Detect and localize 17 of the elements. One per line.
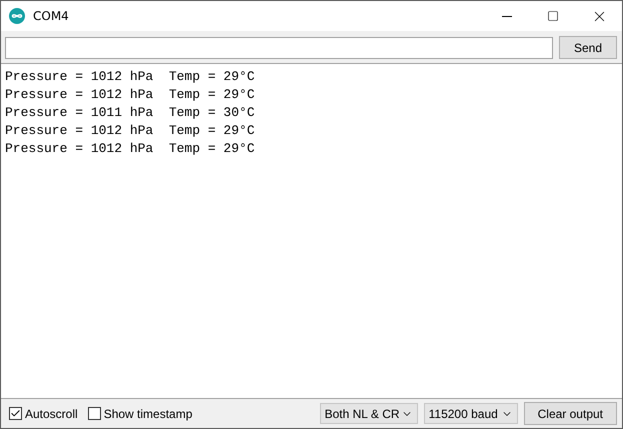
checkbox[interactable] — [9, 407, 22, 420]
output-line: Pressure = 1012 hPa Temp = 29°C — [5, 68, 256, 86]
line-ending-dropdown[interactable]: Both NL & CR — [320, 403, 418, 424]
baud-rate-dropdown[interactable]: 115200 baud — [424, 403, 518, 424]
window-title: COM4 — [33, 9, 70, 23]
output-line: Pressure = 1012 hPa Temp = 29°C — [5, 86, 256, 104]
output-line: Pressure = 1012 hPa Temp = 29°C — [5, 122, 256, 140]
send-button[interactable]: Send — [558, 36, 617, 59]
clear-output-button[interactable]: Clear output — [524, 402, 617, 425]
output-line: Pressure = 1011 hPa Temp = 30°C — [5, 104, 256, 122]
infinity-logo-icon — [9, 8, 25, 24]
output-line: Pressure = 1012 hPa Temp = 29°C — [5, 140, 256, 158]
checkbox-label: Show timestamp — [104, 406, 192, 420]
message-input-field[interactable] — [5, 36, 553, 58]
checkbox[interactable] — [88, 407, 101, 420]
maximize-icon — [547, 10, 559, 22]
checkbox-label: Autoscroll — [25, 406, 78, 420]
